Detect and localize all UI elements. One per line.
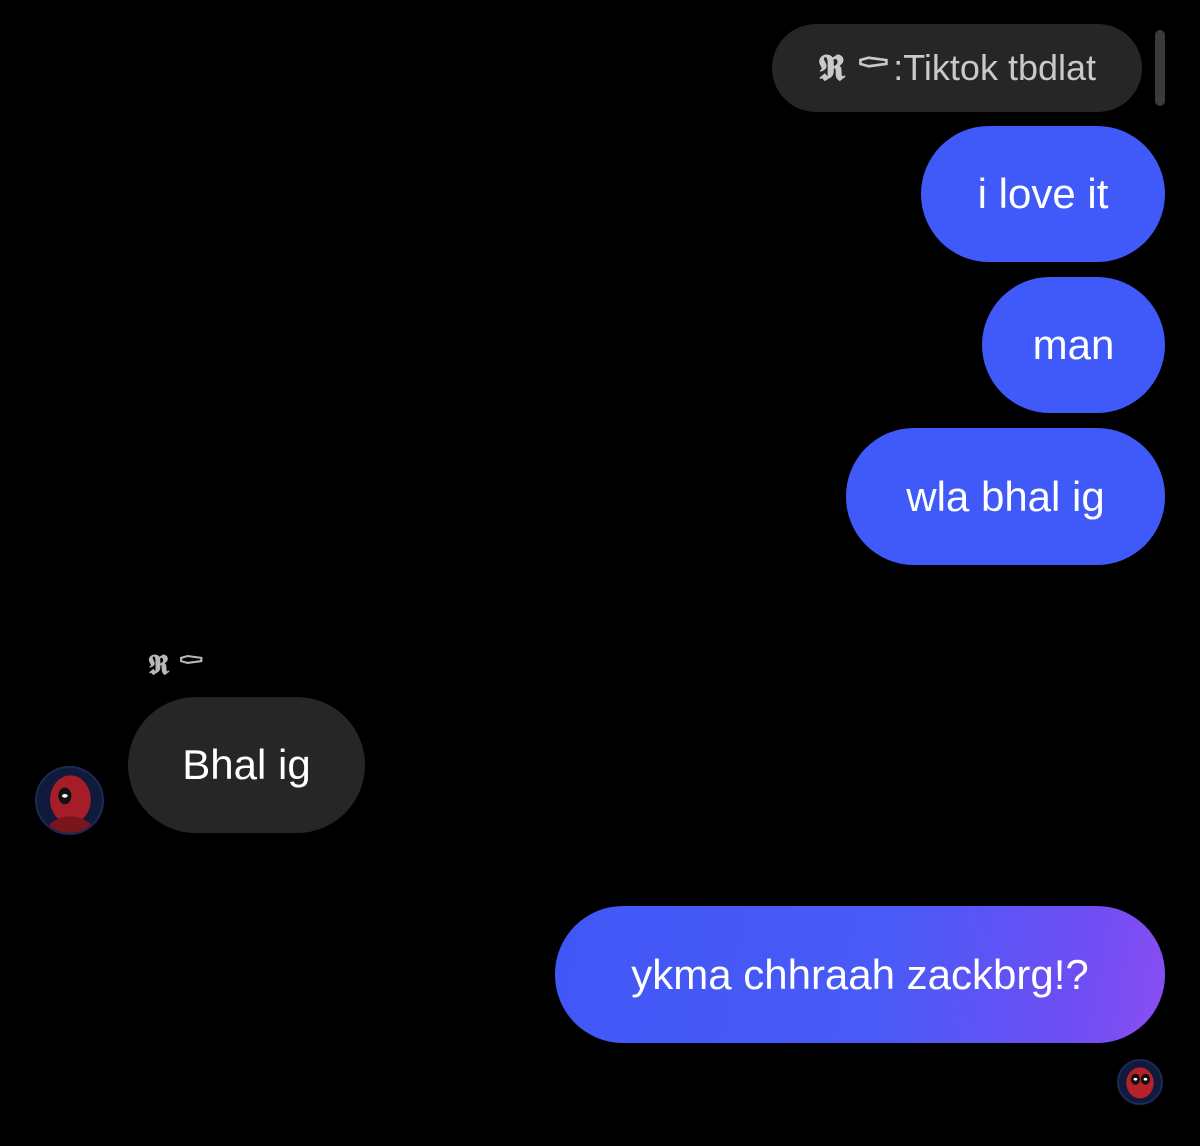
message-bubble-outgoing[interactable]: ykma chhraah zackbrg!? <box>555 906 1165 1043</box>
message-text: Bhal ig <box>182 741 311 788</box>
message-text: i love it <box>977 170 1109 217</box>
read-receipt-avatar-icon <box>1117 1059 1163 1105</box>
reply-preview[interactable]: 𝕽 ⚰: Tiktok tbdlat <box>772 24 1142 112</box>
message-bubble-outgoing[interactable]: man <box>982 277 1165 413</box>
message-text: man <box>1032 321 1115 368</box>
message-text: wla bhal ig <box>906 472 1105 520</box>
incoming-sender-name: 𝕽 ⚰ <box>148 648 204 681</box>
deadpool-avatar-graphic <box>37 768 102 833</box>
deadpool-avatar-graphic <box>1119 1061 1161 1103</box>
chat-screen: 𝕽 ⚰: Tiktok tbdlat i love it man wla bha… <box>0 0 1200 1146</box>
reply-preview-sender: 𝕽 ⚰ <box>817 46 890 89</box>
reply-indicator-bar <box>1155 30 1165 106</box>
message-bubble-incoming[interactable]: Bhal ig <box>128 697 365 833</box>
message-bubble-outgoing[interactable]: wla bhal ig <box>846 428 1165 565</box>
reply-preview-separator: : <box>893 47 904 88</box>
reply-preview-text: Tiktok tbdlat <box>903 47 1097 88</box>
message-bubble-outgoing[interactable]: i love it <box>921 126 1165 262</box>
message-text: ykma chhraah zackbrg!? <box>631 950 1089 998</box>
deadpool-avatar-icon[interactable] <box>35 766 104 835</box>
